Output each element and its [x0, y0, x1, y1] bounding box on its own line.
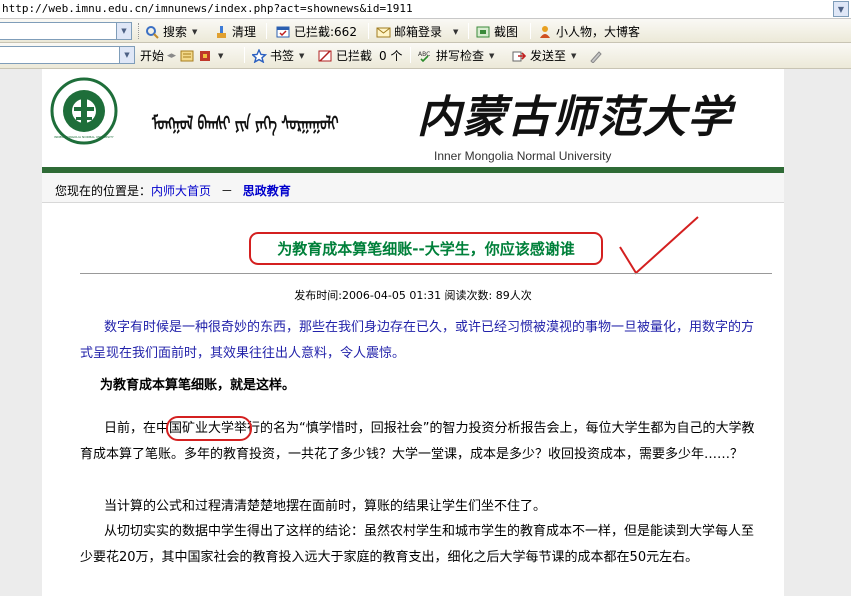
popup-blocker-label: 已拦截 — [336, 49, 373, 63]
highlighter-icon — [588, 49, 603, 64]
popup-blocked-label: 已拦截:662 — [294, 25, 357, 39]
university-english-name: Inner Mongolia Normal University — [434, 149, 612, 163]
left-margin — [0, 69, 42, 596]
chevron-down-icon[interactable]: ▼ — [489, 52, 494, 60]
address-combo-dropdown[interactable]: ▼ — [119, 47, 134, 63]
article-meta: 发布时间:2006-04-05 01:31 阅读次数: 89人次 — [294, 289, 532, 302]
article-intro: 数字有时候是一种很奇妙的东西，那些在我们身边存在已久，或许已经习惯被漠视的事物一… — [80, 320, 755, 361]
article-subheading: 为教育成本算笔细账，就是这样。 — [100, 378, 296, 393]
address-text[interactable]: http://web.imnu.edu.cn/imnunews/index.ph… — [2, 2, 413, 15]
toolbar-row-2: ▼ 开始 ◂▸ ▼ 书签 ▼ 已拦截 0 个 ABC 拼写检查 ▼ 发送至 ▼ — [0, 43, 851, 69]
start-label: 开始 — [140, 49, 165, 63]
blog-button[interactable]: 小人物，大博客 — [538, 23, 640, 40]
chevron-down-icon[interactable]: ▼ — [453, 28, 458, 36]
address-dropdown-button[interactable]: ▼ — [833, 1, 849, 17]
breadcrumb-home-link[interactable]: 内师大首页 — [151, 184, 211, 198]
toolbar-row-1: ▼ 搜索 ▼ 清理 已拦截:662 邮箱登录 ▼ 截图 小人物，大博客 — [0, 19, 851, 43]
popup-blocker-icon — [276, 25, 291, 39]
emblem-text: INNER MONGOLIA NORMAL UNIVERSITY — [54, 135, 114, 139]
title-divider — [80, 273, 772, 274]
blog-label: 小人物，大博客 — [556, 25, 641, 39]
title-annotation-box: 为教育成本算笔细账--大学生，你应该感谢谁 — [249, 232, 603, 265]
address-bar[interactable]: http://web.imnu.edu.cn/imnunews/index.ph… — [0, 0, 851, 19]
spellcheck-label: 拼写检查 — [436, 49, 485, 63]
extension-icon — [198, 49, 213, 63]
popup-blocked-button[interactable]: 已拦截:662 — [276, 23, 357, 40]
notes-icon — [180, 49, 195, 63]
clear-button[interactable]: 清理 — [214, 23, 256, 40]
toolbar-separator — [410, 47, 411, 63]
toolbar-separator — [530, 23, 531, 39]
toolbar-separator — [468, 23, 469, 39]
popup-blocker-count: 0 个 — [379, 49, 403, 63]
search-combo-input[interactable]: ▼ — [0, 22, 132, 40]
send-arrow-icon — [512, 49, 527, 63]
broom-icon — [214, 25, 229, 39]
double-arrow-icon: ◂▸ — [167, 50, 177, 61]
spellcheck-icon: ABC — [418, 49, 433, 63]
toolbar-separator — [368, 23, 369, 39]
star-icon — [250, 47, 268, 63]
bookmarks-label: 书签 — [270, 49, 295, 63]
search-button[interactable]: 搜索 ▼ — [145, 23, 197, 40]
toolbar-separator — [266, 23, 267, 39]
clear-label: 清理 — [232, 25, 257, 39]
spellcheck-button[interactable]: ABC 拼写检查 ▼ — [418, 47, 494, 64]
highlighter-button[interactable] — [588, 47, 603, 64]
address-combo-input[interactable]: ▼ — [0, 46, 135, 64]
breadcrumb: 您现在的位置是：内师大首页 － 思政教育 — [55, 182, 291, 199]
right-margin — [784, 69, 851, 596]
bookmarks-button[interactable]: 书签 ▼ — [250, 47, 304, 64]
toolbar-separator — [244, 47, 245, 63]
article-paragraph: 从切切实实的数据中学生得出了这样的结论：虽然农村学生和城市学生的教育成本不一样，… — [80, 524, 755, 565]
blog-person-icon — [538, 25, 553, 39]
breadcrumb-separator: － — [220, 184, 233, 198]
article-title: 为教育成本算笔细账--大学生，你应该感谢谁 — [277, 240, 575, 258]
send-to-button[interactable]: 发送至 ▼ — [512, 47, 576, 64]
breadcrumb-prefix: 您现在的位置是： — [55, 184, 152, 198]
site-banner: INNER MONGOLIA NORMAL UNIVERSITY ᠮᠣᠩᠭᠣᠯ … — [42, 69, 784, 167]
article-paragraph: 当计算的公式和过程清清楚楚地摆在面前时，算账的结果让学生们坐不住了。 — [104, 499, 547, 514]
mail-icon — [376, 25, 391, 39]
university-emblem[interactable]: INNER MONGOLIA NORMAL UNIVERSITY — [50, 77, 118, 145]
mail-login-label: 邮箱登录 — [394, 25, 443, 39]
breadcrumb-bar: 您现在的位置是：内师大首页 － 思政教育 — [42, 173, 784, 203]
search-label: 搜索 — [163, 25, 188, 39]
mongolian-university-name: ᠮᠣᠩᠭᠣᠯ ᠪᠠᠭᠰᠢ ᠶᠢᠨ ᠶᠡᠬᠡ ᠰᠤᠷᠭᠠᠭᠤᠯᠢ — [152, 113, 339, 136]
start-button[interactable]: 开始 ◂▸ — [140, 47, 176, 64]
search-icon — [145, 25, 160, 39]
red-checkmark-annotation — [619, 216, 699, 275]
popup-blocker-icon — [318, 49, 333, 63]
highlight-oval-annotation — [166, 416, 252, 441]
send-to-label: 发送至 — [530, 49, 567, 63]
screenshot-label: 截图 — [494, 25, 519, 39]
web-page: INNER MONGOLIA NORMAL UNIVERSITY ᠮᠣᠩᠭᠣᠯ … — [42, 69, 784, 596]
screenshot-button[interactable]: 截图 — [476, 23, 518, 40]
breadcrumb-section-link[interactable]: 思政教育 — [243, 184, 291, 198]
tools-button[interactable]: ▼ — [180, 47, 223, 64]
chevron-down-icon[interactable]: ▼ — [571, 52, 576, 60]
university-chinese-name[interactable]: 内蒙古师范大学 — [417, 81, 732, 145]
chevron-down-icon[interactable]: ▼ — [192, 28, 197, 36]
toolbar-grip[interactable] — [138, 23, 141, 39]
svg-text:ABC: ABC — [418, 51, 430, 58]
chevron-down-icon[interactable]: ▼ — [218, 52, 223, 60]
search-combo-dropdown[interactable]: ▼ — [116, 23, 131, 39]
popup-blocker-status[interactable]: 已拦截 0 个 — [318, 47, 402, 64]
mail-login-button[interactable]: 邮箱登录 ▼ — [376, 23, 458, 40]
screenshot-icon — [476, 25, 491, 39]
chevron-down-icon[interactable]: ▼ — [299, 52, 304, 60]
